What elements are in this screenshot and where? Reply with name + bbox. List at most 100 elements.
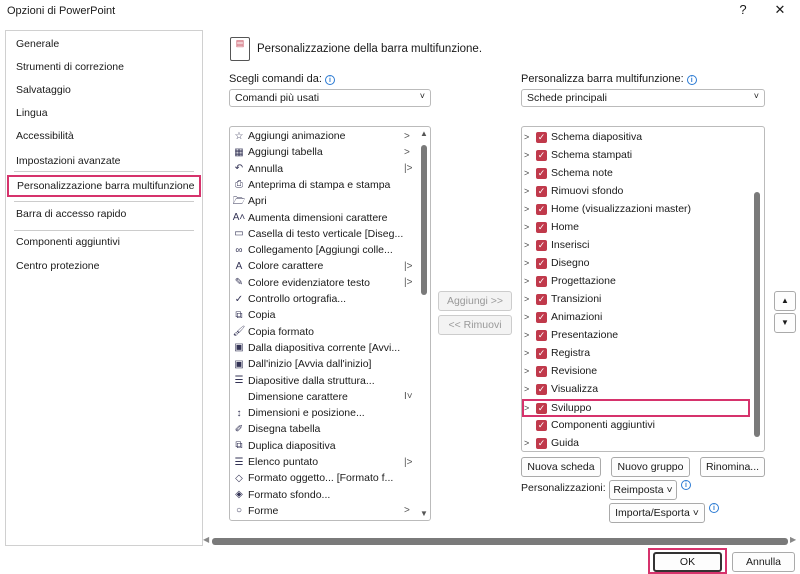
command-item[interactable]: ⧉ Duplica diapositiva xyxy=(232,438,417,454)
ribbon-tab-item[interactable]: > ✓ Guida xyxy=(524,435,748,451)
command-item[interactable]: ☆ Aggiungi animazione > xyxy=(232,128,417,144)
checkbox[interactable]: ✓ xyxy=(536,275,547,287)
sidebar-item[interactable]: Accessibilità xyxy=(16,130,74,142)
checkbox[interactable]: ✓ xyxy=(536,167,547,179)
checkbox[interactable]: ✓ xyxy=(536,311,547,323)
expand-chevron-icon[interactable]: > xyxy=(524,132,534,142)
ok-button[interactable]: OK xyxy=(653,552,722,572)
expand-chevron-icon[interactable]: > xyxy=(524,312,534,322)
command-item[interactable]: ◈ Formato sfondo... xyxy=(232,487,417,503)
command-item[interactable]: ☰ Diapositive dalla struttura... xyxy=(232,373,417,389)
checkbox[interactable]: ✓ xyxy=(536,347,547,359)
help-button[interactable]: ? xyxy=(733,2,753,17)
expand-chevron-icon[interactable]: > xyxy=(524,240,534,250)
checkbox[interactable]: ✓ xyxy=(536,131,547,143)
reset-dropdown-button[interactable]: Reimposta ˅ xyxy=(609,480,677,500)
expand-chevron-icon[interactable]: > xyxy=(524,348,534,358)
scroll-left-icon[interactable]: ◀ xyxy=(203,535,209,544)
remove-button[interactable]: << Rimuovi xyxy=(438,315,512,335)
close-button[interactable]: ✕ xyxy=(770,2,790,18)
ribbon-tab-item[interactable]: > ✓ Schema stampati xyxy=(524,147,748,163)
checkbox[interactable]: ✓ xyxy=(536,365,547,377)
scroll-down-icon[interactable]: ▼ xyxy=(420,509,428,518)
expand-chevron-icon[interactable]: > xyxy=(524,204,534,214)
import-export-dropdown-button[interactable]: Importa/Esporta ˅ xyxy=(609,503,705,523)
ribbon-tab-item[interactable]: > ✓ Inserisci xyxy=(524,237,748,253)
new-tab-button[interactable]: Nuova scheda xyxy=(521,457,601,477)
move-up-button[interactable]: ▲ xyxy=(774,291,796,311)
command-item[interactable]: Dimensione carattere I˅ xyxy=(232,389,417,405)
expand-chevron-icon[interactable]: > xyxy=(524,294,534,304)
command-item[interactable]: ∞ Collegamento [Aggiungi colle... xyxy=(232,242,417,258)
checkbox[interactable]: ✓ xyxy=(536,437,547,449)
command-item[interactable]: ▣ Dall'inizio [Avvia dall'inizio] xyxy=(232,356,417,372)
expand-chevron-icon[interactable]: > xyxy=(524,438,534,448)
sidebar-item[interactable]: Componenti aggiuntivi xyxy=(16,236,120,248)
new-group-button[interactable]: Nuovo gruppo xyxy=(611,457,690,477)
sidebar-item[interactable]: Barra di accesso rapido xyxy=(16,208,126,220)
command-item[interactable]: ✎ Colore evidenziatore testo |> xyxy=(232,275,417,291)
customize-ribbon-dropdown[interactable]: Schede principali ˅ xyxy=(521,89,765,107)
command-item[interactable]: ☰ Elenco puntato |> xyxy=(232,454,417,470)
command-item[interactable]: ↶ Annulla |> xyxy=(232,161,417,177)
expand-chevron-icon[interactable]: > xyxy=(524,403,534,413)
command-item[interactable]: A Colore carattere |> xyxy=(232,258,417,274)
ribbon-tab-item[interactable]: > ✓ Home xyxy=(524,219,748,235)
expand-chevron-icon[interactable]: > xyxy=(524,222,534,232)
expand-chevron-icon[interactable]: > xyxy=(524,276,534,286)
scroll-right-icon[interactable]: ▶ xyxy=(790,535,796,544)
command-item[interactable]: 🗁 Apri xyxy=(232,193,417,209)
checkbox[interactable]: ✓ xyxy=(536,257,547,269)
checkbox[interactable]: ✓ xyxy=(536,329,547,341)
sidebar-item[interactable]: Strumenti di correzione xyxy=(16,61,124,73)
ribbon-tab-item[interactable]: > ✓ Rimuovi sfondo xyxy=(524,183,748,199)
cancel-button[interactable]: Annulla xyxy=(732,552,795,572)
ribbon-tab-item[interactable]: > ✓ Animazioni xyxy=(524,309,748,325)
checkbox[interactable]: ✓ xyxy=(536,221,547,233)
command-item[interactable]: ▦ Aggiungi tabella > xyxy=(232,144,417,160)
ribbon-tab-item[interactable]: ✓ Componenti aggiuntivi xyxy=(524,417,748,433)
checkbox[interactable]: ✓ xyxy=(536,185,547,197)
rename-button[interactable]: Rinomina... xyxy=(700,457,765,477)
ribbon-tabs-tree[interactable]: > ✓ Schema diapositiva > ✓ Schema stampati > ✓ S… xyxy=(521,126,765,452)
ribbon-tab-item[interactable]: > ✓ Sviluppo xyxy=(522,399,750,417)
checkbox[interactable]: ✓ xyxy=(536,383,547,395)
sidebar-item[interactable]: Centro protezione xyxy=(16,260,99,272)
ribbon-tab-item[interactable]: > ✓ Registra xyxy=(524,345,748,361)
expand-chevron-icon[interactable]: > xyxy=(524,330,534,340)
expand-chevron-icon[interactable]: > xyxy=(524,150,534,160)
scrollbar-thumb[interactable] xyxy=(754,192,760,437)
ribbon-tab-item[interactable]: > ✓ Schema diapositiva xyxy=(524,129,748,145)
sidebar-item[interactable]: Lingua xyxy=(16,107,48,119)
ribbon-tab-item[interactable]: > ✓ Revisione xyxy=(524,363,748,379)
scrollbar-thumb[interactable] xyxy=(421,145,427,295)
command-item[interactable]: ⎙ Anteprima di stampa e stampa xyxy=(232,177,417,193)
choose-commands-dropdown[interactable]: Comandi più usati ˅ xyxy=(229,89,431,107)
checkbox[interactable]: ✓ xyxy=(536,203,547,215)
command-item[interactable]: ✓ Controllo ortografia... xyxy=(232,291,417,307)
checkbox[interactable]: ✓ xyxy=(536,293,547,305)
command-item[interactable]: A˄ Aumenta dimensioni carattere xyxy=(232,210,417,226)
command-item[interactable]: ✐ Disegna tabella xyxy=(232,421,417,437)
expand-chevron-icon[interactable]: > xyxy=(524,186,534,196)
expand-chevron-icon[interactable]: > xyxy=(524,258,534,268)
expand-chevron-icon[interactable]: > xyxy=(524,366,534,376)
checkbox[interactable]: ✓ xyxy=(536,239,547,251)
checkbox[interactable]: ✓ xyxy=(536,419,547,431)
sidebar-item[interactable]: Generale xyxy=(16,38,59,50)
scroll-up-icon[interactable]: ▲ xyxy=(420,129,428,138)
horizontal-scrollbar[interactable] xyxy=(212,538,788,545)
expand-chevron-icon[interactable]: > xyxy=(524,168,534,178)
ribbon-tab-item[interactable]: > ✓ Disegno xyxy=(524,255,748,271)
commands-list[interactable]: ▲ ▼ ☆ Aggiungi animazione > ▦ Aggiungi tabel… xyxy=(229,126,431,521)
command-item[interactable]: 🖌 Copia formato xyxy=(232,324,417,340)
ribbon-tab-item[interactable]: > ✓ Visualizza xyxy=(524,381,748,397)
sidebar-item[interactable]: Personalizzazione barra multifunzione xyxy=(7,175,201,197)
command-item[interactable]: ○ Forme > xyxy=(232,503,417,519)
command-item[interactable]: ◇ Formato oggetto... [Formato f... xyxy=(232,470,417,486)
sidebar-item[interactable]: Salvataggio xyxy=(16,84,71,96)
expand-chevron-icon[interactable]: > xyxy=(524,384,534,394)
add-button[interactable]: Aggiungi >> xyxy=(438,291,512,311)
command-item[interactable]: ↕ Dimensioni e posizione... xyxy=(232,405,417,421)
ribbon-tab-item[interactable]: > ✓ Presentazione xyxy=(524,327,748,343)
